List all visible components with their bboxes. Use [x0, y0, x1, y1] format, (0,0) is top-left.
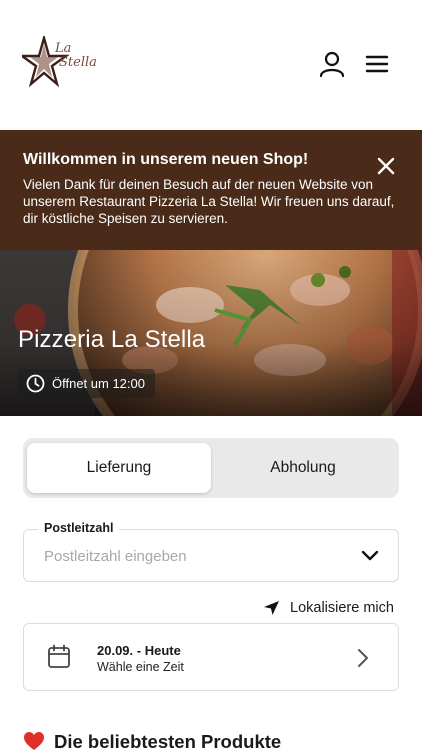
locate-me-button[interactable]: Lokalisiere mich	[263, 598, 399, 618]
selected-date: 20.09. - Heute	[97, 643, 181, 658]
zip-code-field[interactable]: Postleitzahl	[23, 521, 399, 582]
banner-text: Vielen Dank für deinen Besuch auf der ne…	[23, 177, 395, 226]
chevron-down-icon[interactable]	[360, 549, 380, 563]
restaurant-name: Pizzeria La Stella	[18, 326, 206, 353]
time-prompt: Wähle eine Zeit	[97, 660, 184, 674]
restaurant-logo[interactable]: La Stella	[18, 33, 102, 94]
hamburger-menu-icon	[365, 55, 389, 73]
opening-hours-badge: Öffnet um 12:00	[18, 369, 155, 398]
menu-button[interactable]	[364, 53, 390, 75]
opening-hours-text: Öffnet um 12:00	[52, 376, 145, 391]
time-selector[interactable]: 20.09. - Heute Wähle eine Zeit	[23, 623, 399, 691]
zip-code-label: Postleitzahl	[38, 521, 120, 535]
user-icon	[319, 51, 345, 78]
welcome-banner: Willkommen in unserem neuen Shop! Vielen…	[0, 130, 422, 250]
app-header: La Stella	[0, 0, 422, 130]
popular-products-title: Die beliebtesten Produkte	[54, 731, 282, 750]
close-icon	[377, 157, 395, 175]
heart-icon	[24, 732, 44, 750]
location-arrow-icon	[264, 601, 279, 615]
chevron-right-icon	[358, 649, 368, 667]
logo-wordmark: La Stella	[55, 42, 97, 70]
tab-lieferung[interactable]: Lieferung	[27, 443, 211, 493]
order-mode-toggle: Lieferung Abholung	[23, 438, 399, 498]
logo-line-1: La	[55, 41, 72, 56]
zip-code-input[interactable]	[44, 544, 344, 568]
calendar-icon	[48, 644, 70, 668]
clock-icon	[26, 374, 45, 393]
banner-close-button[interactable]	[374, 154, 398, 178]
account-button[interactable]	[318, 50, 346, 78]
logo-line-2: Stella	[59, 55, 97, 70]
locate-me-label: Lokalisiere mich	[290, 600, 394, 616]
tab-abholung[interactable]: Abholung	[211, 443, 395, 493]
banner-title: Willkommen in unserem neuen Shop!	[23, 151, 309, 168]
